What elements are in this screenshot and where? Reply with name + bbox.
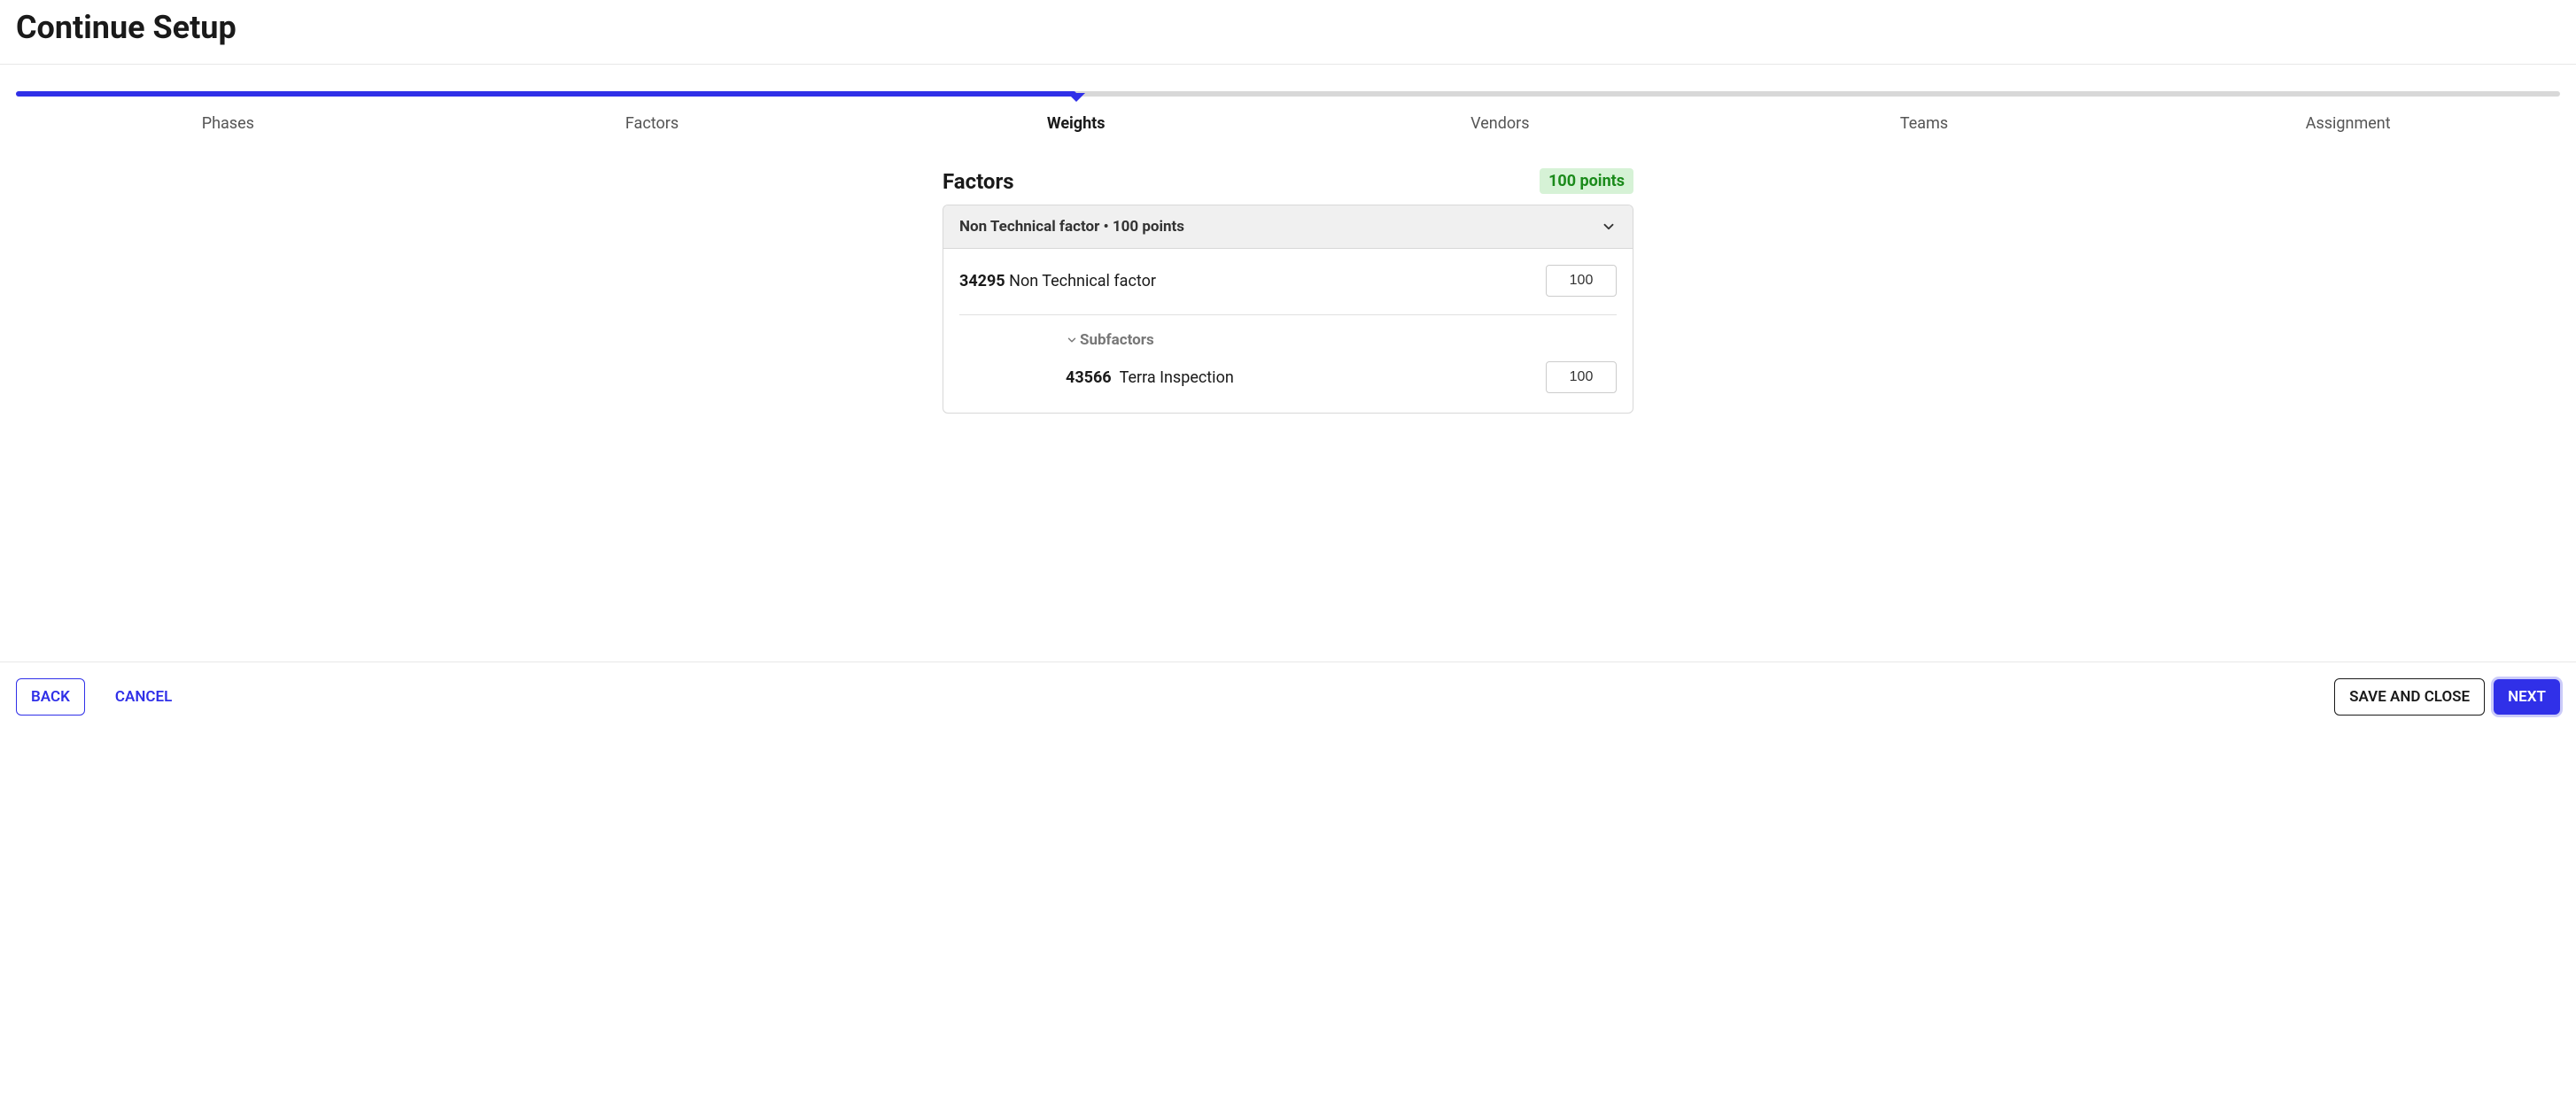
- chevron-down-icon: [1066, 334, 1078, 346]
- factor-card: Non Technical factor • 100 points 34295 …: [943, 205, 1633, 414]
- stepper-labels: Phases Factors Weights Vendors Teams Ass…: [16, 88, 2560, 133]
- footer-left: BACK CANCEL: [16, 678, 186, 716]
- factor-row: 34295 Non Technical factor: [959, 265, 1617, 297]
- footer: BACK CANCEL SAVE AND CLOSE NEXT: [0, 661, 2576, 731]
- subfactors-toggle[interactable]: Subfactors: [1066, 331, 1617, 349]
- step-factors[interactable]: Factors: [440, 114, 865, 133]
- save-and-close-button[interactable]: SAVE AND CLOSE: [2334, 678, 2485, 716]
- footer-right: SAVE AND CLOSE NEXT: [2334, 678, 2560, 716]
- factor-group-title: Non Technical factor • 100 points: [959, 218, 1184, 236]
- factor-name: Non Technical factor: [1009, 272, 1156, 290]
- cancel-button[interactable]: CANCEL: [101, 679, 186, 715]
- factor-label: 34295 Non Technical factor: [959, 272, 1156, 290]
- subfactors-label: Subfactors: [1080, 331, 1154, 349]
- chevron-down-icon: [1601, 219, 1617, 235]
- factor-group-header[interactable]: Non Technical factor • 100 points: [943, 205, 1633, 249]
- step-weights[interactable]: Weights: [864, 114, 1288, 133]
- stepper: Phases Factors Weights Vendors Teams Ass…: [0, 88, 2576, 133]
- factors-title: Factors: [943, 169, 1014, 194]
- subfactors-block: Subfactors 43566 Terra Inspection: [959, 331, 1617, 393]
- points-badge: 100 points: [1540, 168, 1633, 194]
- subfactor-id: 43566: [1066, 368, 1112, 387]
- subfactor-points-input[interactable]: [1546, 361, 1617, 393]
- factor-id: 34295: [959, 272, 1005, 290]
- factors-header: Factors 100 points: [943, 168, 1633, 194]
- step-teams[interactable]: Teams: [1712, 114, 2137, 133]
- step-assignment[interactable]: Assignment: [2136, 114, 2560, 133]
- divider: [959, 314, 1617, 315]
- subfactor-row: 43566 Terra Inspection: [1066, 361, 1617, 393]
- factor-points-input[interactable]: [1546, 265, 1617, 297]
- page-title: Continue Setup: [16, 9, 2560, 46]
- subfactor-name: Terra Inspection: [1120, 368, 1234, 387]
- main-content: Factors 100 points Non Technical factor …: [0, 133, 2576, 449]
- factor-body: 34295 Non Technical factor Subfactors: [943, 249, 1633, 413]
- next-button[interactable]: NEXT: [2494, 679, 2560, 715]
- back-button[interactable]: BACK: [16, 678, 85, 716]
- factors-panel: Factors 100 points Non Technical factor …: [943, 168, 1633, 414]
- page-header: Continue Setup: [0, 0, 2576, 65]
- step-vendors[interactable]: Vendors: [1288, 114, 1712, 133]
- subfactor-label: 43566 Terra Inspection: [1066, 368, 1234, 387]
- step-phases[interactable]: Phases: [16, 114, 440, 133]
